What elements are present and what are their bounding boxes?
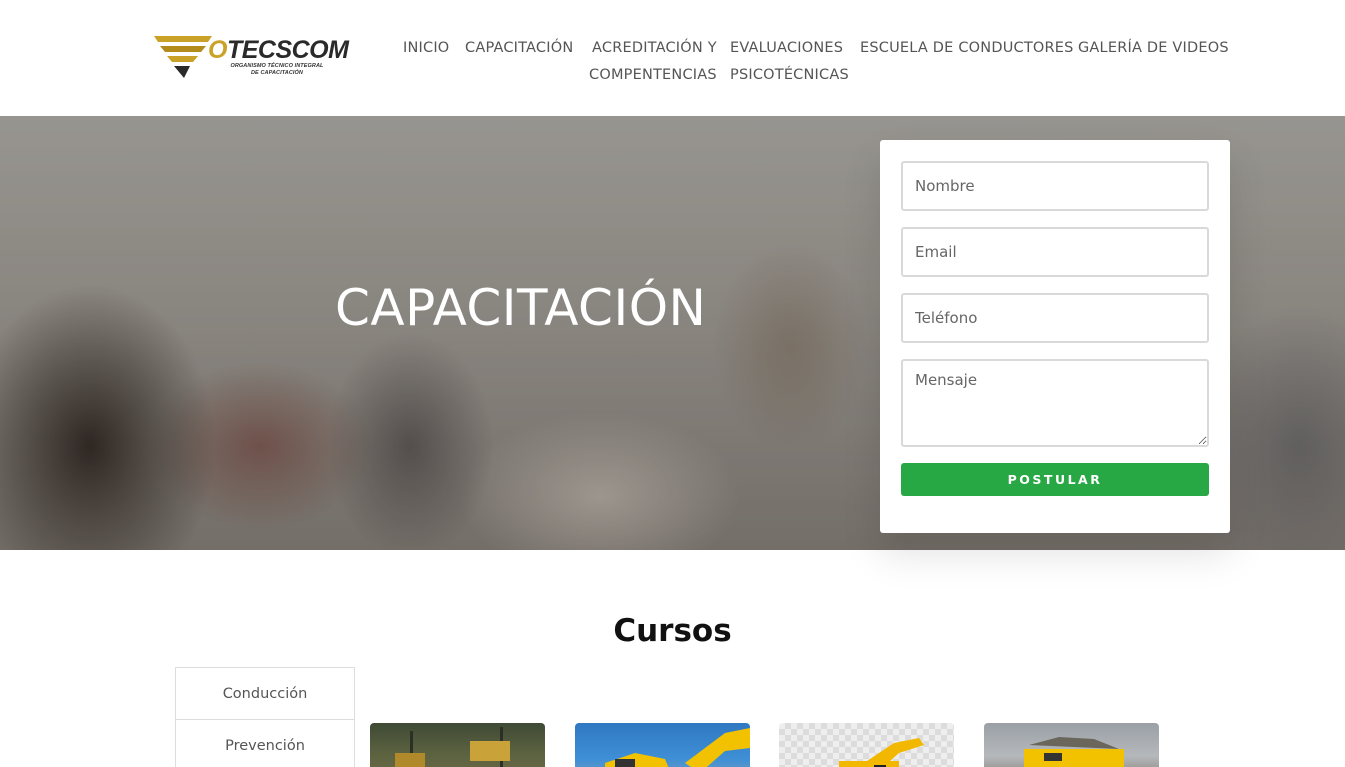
nombre-input[interactable] <box>901 161 1209 211</box>
excavator-icon <box>605 728 750 767</box>
nav-escuela-conductores[interactable]: ESCUELA DE CONDUCTORES <box>860 35 1074 62</box>
otecscom-logo[interactable]: OTECSCOM ORGANISMO TÉCNICO INTEGRAL DE C… <box>154 30 349 84</box>
dump-truck-icon <box>1024 737 1124 767</box>
tab-conduccion[interactable]: Conducción <box>176 668 354 720</box>
site-header: OTECSCOM ORGANISMO TÉCNICO INTEGRAL DE C… <box>0 0 1345 116</box>
course-card-excavator[interactable] <box>575 723 750 767</box>
nav-inicio[interactable]: INICIO <box>403 35 449 62</box>
logo-wordmark: OTECSCOM <box>208 36 349 64</box>
postular-button[interactable]: POSTULAR <box>901 463 1209 496</box>
telefono-input[interactable] <box>901 293 1209 343</box>
nav-galeria-videos[interactable]: GALERÍA DE VIDEOS <box>1078 35 1229 62</box>
mensaje-textarea[interactable] <box>901 359 1209 447</box>
course-card-cat-excavator[interactable] <box>779 723 954 767</box>
hero-title: CAPACITACIÓN <box>335 279 707 337</box>
logo-funnel-icon <box>154 36 212 78</box>
nav-acreditacion-competencias[interactable]: ACREDITACIÓN Y COMPENTENCIAS <box>588 35 717 89</box>
course-category-tabs: Conducción Prevención <box>175 667 355 767</box>
logo-tagline: ORGANISMO TÉCNICO INTEGRAL DE CAPACITACI… <box>230 63 324 76</box>
nav-capacitacion[interactable]: CAPACITACIÓN <box>465 35 573 62</box>
course-card-dump-truck[interactable] <box>984 723 1159 767</box>
loader-machine-icon <box>395 727 510 767</box>
cat-excavator-icon <box>839 738 924 767</box>
application-form: POSTULAR <box>880 140 1230 533</box>
email-input[interactable] <box>901 227 1209 277</box>
tab-prevencion[interactable]: Prevención <box>176 720 354 767</box>
nav-evaluaciones-psicotecnicas[interactable]: EVALUACIONES PSICOTÉCNICAS <box>730 35 849 89</box>
cursos-title: Cursos <box>613 613 732 649</box>
course-card-loader[interactable] <box>370 723 545 767</box>
